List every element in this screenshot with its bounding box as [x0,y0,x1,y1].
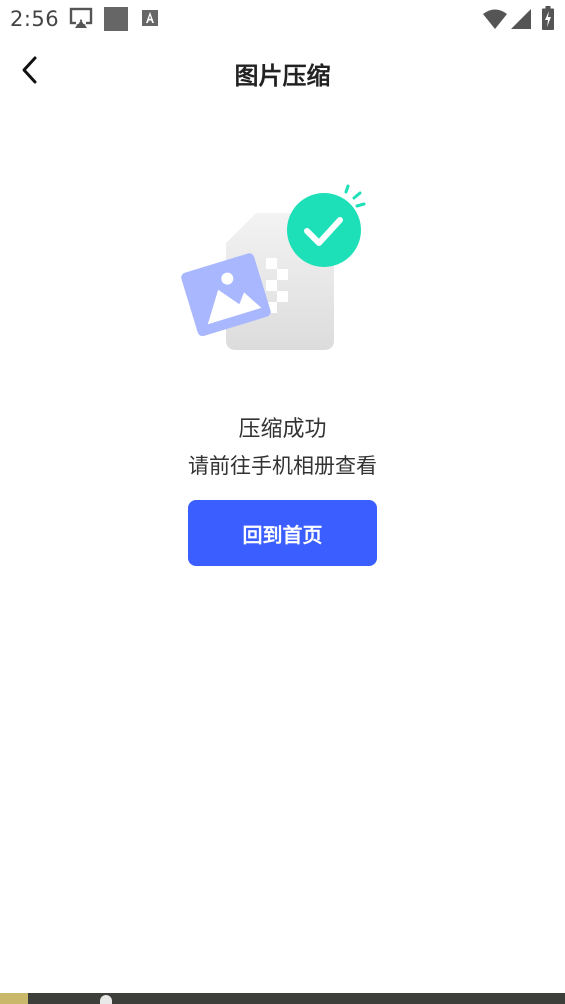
status-time: 2:56 [10,7,60,31]
wifi-icon [483,9,507,33]
signal-icon [511,9,531,33]
app-bar: 图片压缩 [0,44,565,104]
taskbar-strip [0,993,565,1004]
back-to-home-button[interactable]: 回到首页 [188,500,377,566]
status-bar: 2:56 [0,0,565,38]
success-illustration [170,180,370,360]
taskbar-item [100,995,112,1004]
page-title: 图片压缩 [234,62,331,90]
result-title: 压缩成功 [238,417,327,442]
compression-success-screen: 2:56 图片压缩 压缩成功 请前往手机相册查看 回到首页 [0,0,565,1004]
battery-icon [542,6,554,34]
result-subtitle: 请前往手机相册查看 [188,454,377,478]
check-circle-icon [287,184,366,267]
font-a-icon [142,10,158,30]
square-icon [104,7,128,35]
taskbar-item [0,993,28,1004]
cast-icon [69,7,93,33]
